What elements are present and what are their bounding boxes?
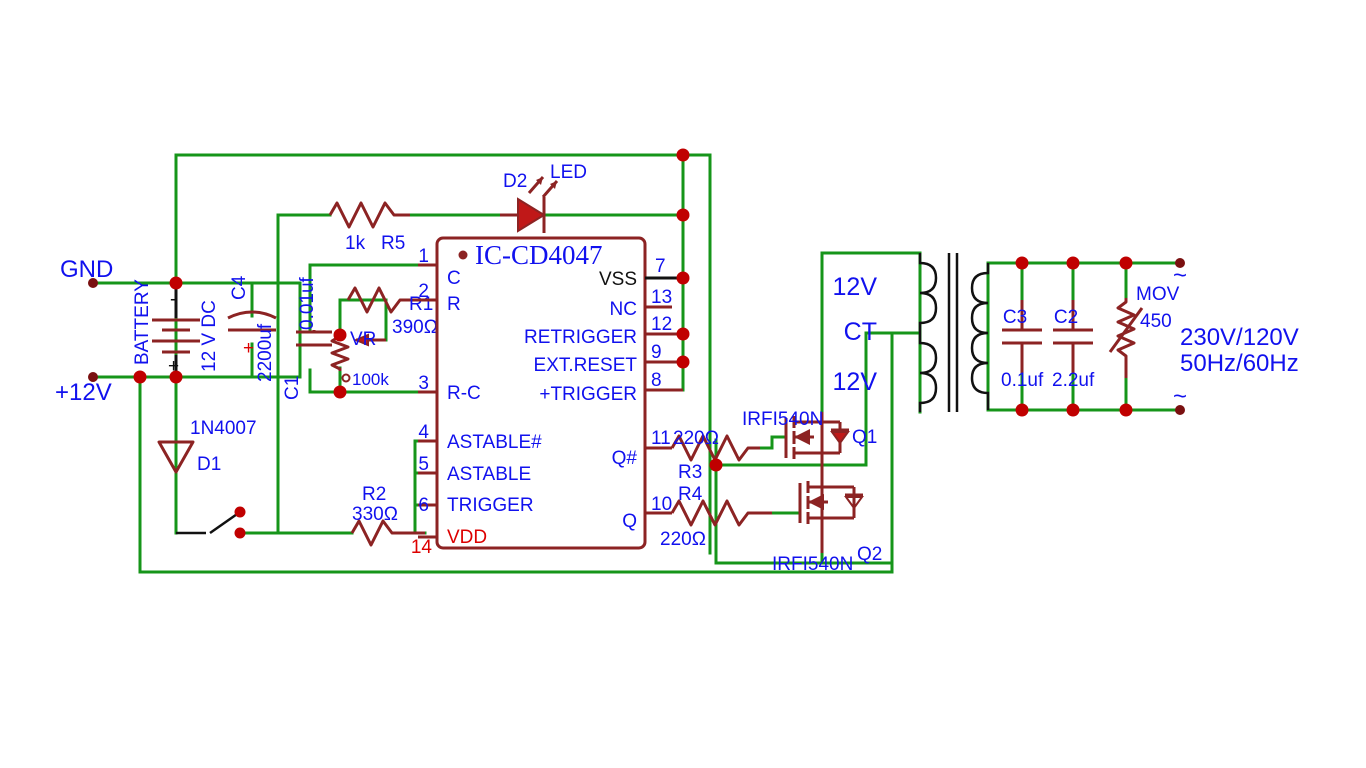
q2-ref-label: Q2 <box>857 544 882 565</box>
ic-pin-num-9: 9 <box>651 342 662 363</box>
ic-pin-num-10: 10 <box>651 494 672 515</box>
ic-pin-label-C: C <box>447 268 461 289</box>
q1-ref-label: Q1 <box>852 427 877 448</box>
output-frequency-label: 50Hz/60Hz <box>1180 350 1299 377</box>
battery-rating-label: 12 V DC <box>199 300 220 372</box>
d1-part-label: 1N4007 <box>190 418 257 439</box>
ac-top-label: ~ <box>1173 262 1187 289</box>
transformer-primary-top-label: 12V <box>833 273 878 301</box>
ic-pin-num-11: 11 <box>651 428 671 449</box>
r5-value-label: 1k <box>345 233 366 254</box>
ic-pin-num-12: 12 <box>651 314 672 335</box>
ic-name-label: IC-CD4047 <box>475 240 603 270</box>
vplus-label: +12V <box>55 379 112 406</box>
vr-ref-label: VR <box>350 329 376 350</box>
ic-pin-label-R: R <box>447 294 461 315</box>
d2-ref-label: D2 <box>503 171 527 192</box>
c4-ref-label: C4 <box>229 275 250 300</box>
r2-ref-label: R2 <box>362 484 386 505</box>
c4-plus-label: + <box>243 338 254 359</box>
battery-minus-label: - <box>170 289 176 310</box>
ic-pin-label-q: Q <box>622 511 637 532</box>
r4-value-label: 220Ω <box>660 529 706 550</box>
gnd-label: GND <box>60 256 113 283</box>
circuit-schematic: BATTERY - + 12 V DC C4 2200uf + 1N4007 D… <box>0 0 1366 768</box>
ic-pin-num-8: 8 <box>651 370 662 391</box>
ac-bottom-label: ~ <box>1173 383 1187 410</box>
d1-ref-label: D1 <box>197 454 221 475</box>
r3-value-label: 220Ω <box>673 428 719 449</box>
power-switch[interactable] <box>176 506 246 539</box>
mosfet-q2 <box>798 465 864 553</box>
ic-pin-label-nc: NC <box>610 299 637 320</box>
transformer-ct-label: CT <box>844 318 877 346</box>
ic-pin-num-2: 2 <box>418 281 429 302</box>
vr-value-label: 100k <box>352 370 389 389</box>
q1-part-label: IRFI540N <box>742 409 823 430</box>
ic-pin-num-14: 14 <box>411 537 433 558</box>
ic-pin-num-1: 1 <box>418 246 429 267</box>
ic-pin-num-13: 13 <box>651 287 672 308</box>
ic-pin-label-astable: ASTABLE <box>447 464 531 485</box>
ic-pin-label-astable-bar: ASTABLE# <box>447 432 542 453</box>
ic-pin-label-retrigger: RETRIGGER <box>524 327 637 348</box>
battery-label: BATTERY <box>132 279 153 365</box>
r3-ref-label: R3 <box>678 462 702 483</box>
ic-pin-label-RC: R-C <box>447 383 481 404</box>
output-voltage-label: 230V/120V <box>1180 324 1299 351</box>
ic-pin-label-vss: VSS <box>599 269 637 290</box>
transformer <box>918 253 990 412</box>
transformer-primary-bottom-label: 12V <box>833 368 878 396</box>
c4-value-label: 2200uf <box>255 323 276 382</box>
varistor-mov <box>1108 298 1144 378</box>
c3-ref-label: C3 <box>1003 307 1027 328</box>
r4-ref-label: R4 <box>678 484 703 505</box>
ic-pin-num-4: 4 <box>418 422 429 443</box>
c1-ref-label: C1 <box>282 376 303 400</box>
ic-pin-label-plus-trigger: +TRIGGER <box>539 384 637 405</box>
c2-ref-label: C2 <box>1054 307 1078 328</box>
ic-pin-label-qbar: Q# <box>612 448 638 469</box>
mov-value-label: 450 <box>1140 311 1172 332</box>
ic-pin-num-7: 7 <box>655 256 666 277</box>
ic-pin-num-5: 5 <box>418 454 429 475</box>
d2-led-label: LED <box>550 162 587 183</box>
ic-pin-num-3: 3 <box>418 373 429 394</box>
ic-pin-label-trigger: TRIGGER <box>447 495 534 516</box>
r1-value-label: 390Ω <box>392 317 438 338</box>
ic-pin-label-ext-reset: EXT.RESET <box>534 355 638 376</box>
q2-part-label: IRFI540N <box>772 554 853 575</box>
c1-value-label: 0.01uf <box>297 276 318 330</box>
resistor-r5 <box>328 201 410 229</box>
r2-value-label: 330Ω <box>352 504 398 525</box>
ic-pin-num-6: 6 <box>418 495 429 516</box>
r5-ref-label: R5 <box>381 233 405 254</box>
c3-value-label: 0.1uf <box>1001 370 1044 391</box>
ic-pin-label-vdd: VDD <box>447 527 487 548</box>
c2-value-label: 2.2uf <box>1052 370 1095 391</box>
